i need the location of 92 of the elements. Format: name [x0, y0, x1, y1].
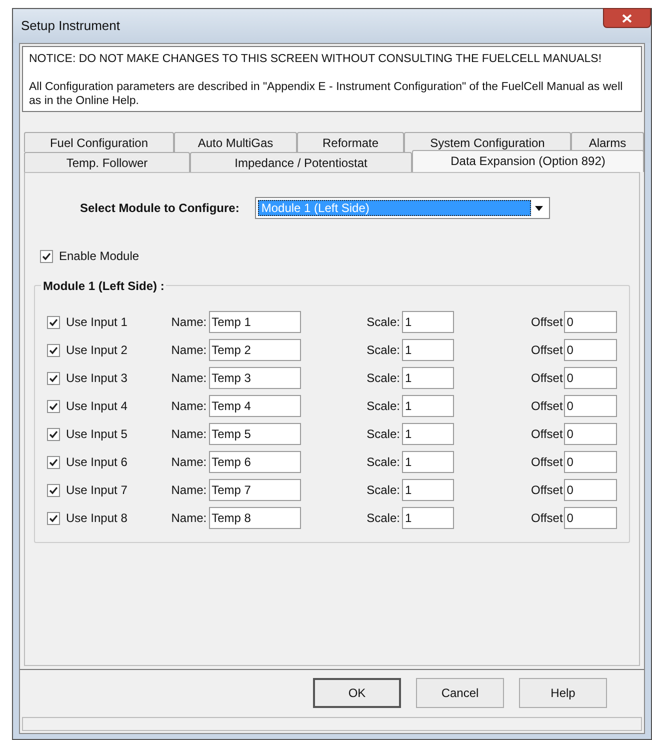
scale-field[interactable]: 1 — [402, 479, 454, 501]
scale-label: Scale: — [366, 342, 400, 359]
dialog-button[interactable]: Cancel — [416, 678, 504, 708]
checkmark-icon — [49, 486, 58, 494]
select-module-label: Select Module to Configure: — [80, 200, 240, 217]
use-input-label: Use Input 1 — [66, 314, 128, 331]
tab[interactable]: Temp. Follower — [24, 152, 190, 172]
checkbox[interactable] — [47, 428, 60, 440]
tab[interactable]: System Configuration — [404, 132, 571, 152]
use-input-label: Use Input 8 — [66, 510, 128, 527]
name-label: Name: — [170, 482, 207, 499]
name-field[interactable]: Temp 2 — [208, 339, 302, 361]
scale-label: Scale: — [366, 454, 400, 471]
close-icon — [622, 14, 632, 22]
checkbox[interactable] — [47, 316, 60, 328]
use-input-label: Use Input 7 — [66, 482, 128, 499]
name-field[interactable]: Temp 6 — [208, 451, 302, 473]
offset-label: Offset — [530, 510, 563, 527]
enable-module-label: Enable Module — [59, 248, 140, 265]
use-input-label: Use Input 6 — [66, 454, 128, 471]
name-field[interactable]: Temp 8 — [208, 507, 302, 529]
scale-field[interactable]: 1 — [402, 311, 454, 333]
tab[interactable]: Reformate — [297, 132, 404, 152]
notice-text: All Configuration parameters are described in "Appendix E - Instrument Configuration" of the FuelCell Manual as well as in the Online Help. — [29, 80, 624, 108]
name-label: Name: — [170, 314, 207, 331]
offset-field[interactable]: 0 — [564, 339, 617, 361]
scale-field[interactable]: 1 — [402, 451, 454, 473]
checkmark-icon — [49, 402, 58, 410]
name-label: Name: — [170, 426, 207, 443]
window-title: Setup Instrument — [21, 17, 120, 36]
checkmark-icon — [49, 430, 58, 438]
use-input-label: Use Input 5 — [66, 426, 128, 443]
use-input-label: Use Input 4 — [66, 398, 128, 415]
name-label: Name: — [170, 398, 207, 415]
offset-field[interactable]: 0 — [564, 423, 617, 445]
tab[interactable]: Auto MultiGas — [174, 132, 297, 152]
name-field[interactable]: Temp 1 — [208, 311, 302, 333]
notice-text: NOTICE: DO NOT MAKE CHANGES TO THIS SCREEN WITHOUT CONSULTING THE FUELCELL MANUALS! — [29, 52, 603, 66]
offset-label: Offset — [530, 426, 563, 443]
checkmark-icon — [49, 458, 58, 466]
scale-field[interactable]: 1 — [402, 395, 454, 417]
checkbox[interactable] — [47, 372, 60, 384]
checkbox[interactable] — [47, 456, 60, 468]
offset-field[interactable]: 0 — [564, 311, 617, 333]
offset-field[interactable]: 0 — [564, 451, 617, 473]
tab[interactable]: Data Expansion (Option 892) — [412, 150, 644, 172]
scale-field[interactable]: 1 — [402, 423, 454, 445]
scale-field[interactable]: 1 — [402, 339, 454, 361]
scale-label: Scale: — [366, 398, 400, 415]
scale-label: Scale: — [366, 314, 400, 331]
name-label: Name: — [170, 370, 207, 387]
checkbox[interactable] — [47, 400, 60, 412]
name-field[interactable]: Temp 5 — [208, 423, 302, 445]
offset-label: Offset — [530, 398, 563, 415]
name-label: Name: — [170, 510, 207, 527]
scale-label: Scale: — [366, 510, 400, 527]
name-label: Name: — [170, 454, 207, 471]
offset-field[interactable]: 0 — [564, 367, 617, 389]
scale-field[interactable]: 1 — [402, 507, 454, 529]
offset-field[interactable]: 0 — [564, 479, 617, 501]
scale-label: Scale: — [366, 426, 400, 443]
offset-label: Offset — [530, 482, 563, 499]
offset-label: Offset — [530, 342, 563, 359]
scale-field[interactable]: 1 — [402, 367, 454, 389]
scale-label: Scale: — [366, 482, 400, 499]
dialog-button[interactable]: OK — [313, 678, 401, 708]
offset-label: Offset — [530, 454, 563, 471]
dialog-button[interactable]: Help — [519, 678, 607, 708]
tab[interactable]: Alarms — [571, 132, 644, 152]
offset-field[interactable]: 0 — [564, 395, 617, 417]
offset-label: Offset — [530, 370, 563, 387]
offset-label: Offset — [530, 314, 563, 331]
use-input-label: Use Input 2 — [66, 342, 128, 359]
checkmark-icon — [49, 514, 58, 522]
use-input-label: Use Input 3 — [66, 370, 128, 387]
checkmark-icon — [49, 346, 58, 354]
close-button[interactable] — [603, 8, 651, 28]
checkbox[interactable] — [40, 250, 53, 262]
checkbox[interactable] — [47, 484, 60, 496]
name-field[interactable]: Temp 3 — [208, 367, 302, 389]
offset-field[interactable]: 0 — [564, 507, 617, 529]
checkmark-icon — [49, 318, 58, 326]
checkbox[interactable] — [47, 512, 60, 524]
checkbox[interactable] — [47, 344, 60, 356]
tab[interactable]: Impedance / Potentiostat — [190, 152, 412, 172]
checkmark-icon — [42, 252, 51, 260]
name-field[interactable]: Temp 7 — [208, 479, 302, 501]
checkmark-icon — [49, 374, 58, 382]
name-label: Name: — [170, 342, 207, 359]
scale-label: Scale: — [366, 370, 400, 387]
tab[interactable]: Fuel Configuration — [24, 132, 174, 152]
name-field[interactable]: Temp 4 — [208, 395, 302, 417]
